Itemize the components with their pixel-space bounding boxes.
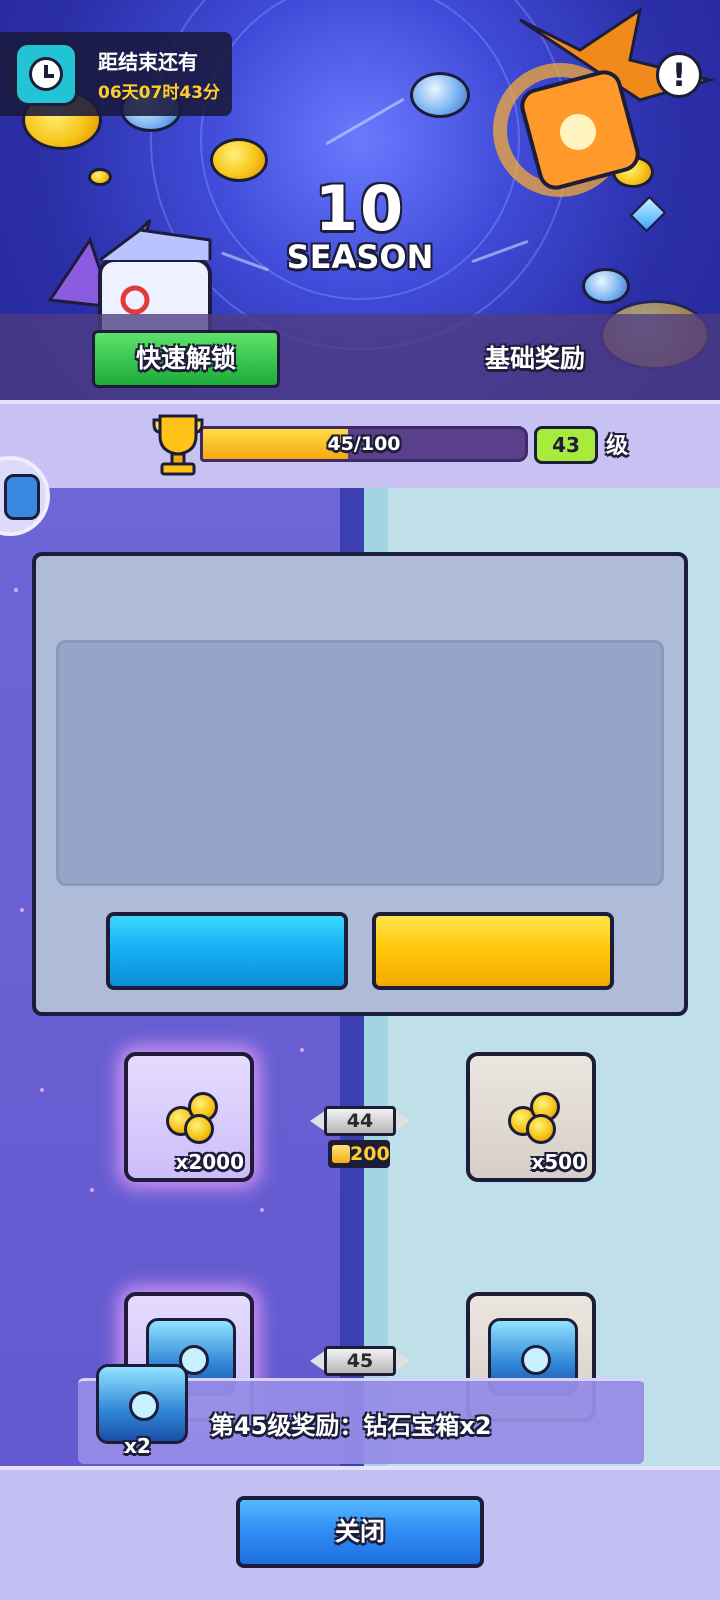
sparkle (14, 588, 18, 592)
season-number: 10 (314, 172, 406, 245)
gold-coins-icon (162, 1084, 226, 1148)
chest-icon (4, 474, 40, 520)
fire-dragon-dice-icon (493, 6, 716, 197)
unlock-cost[interactable]: 200 (328, 1140, 390, 1168)
sparkle (90, 1188, 94, 1192)
trophy-icon (152, 414, 204, 476)
diamond-chest-icon (96, 1364, 188, 1444)
toast-quantity: x2 (124, 1434, 151, 1458)
timer-countdown: 06天07时43分 (98, 83, 220, 103)
gold-brick-icon (332, 1145, 350, 1163)
gold-coins-icon (504, 1084, 568, 1148)
cost-value: 200 (350, 1143, 390, 1165)
dialog-blue-button[interactable] (106, 912, 348, 990)
silver-coin-icon (410, 72, 470, 118)
toast-message: 第45级奖励：钻石宝箱x2 (210, 1412, 492, 1440)
progress-text: 45/100 (327, 433, 401, 455)
close-button[interactable]: 关闭 (236, 1496, 484, 1568)
clock-icon (14, 42, 78, 106)
level-marker-44: 44 (310, 1106, 410, 1136)
level-number: 45 (324, 1346, 396, 1376)
sparkle (20, 908, 24, 912)
dialog-content-area (56, 640, 664, 886)
premium-reward-card-44[interactable]: x2000 (124, 1052, 254, 1182)
reward-quantity: x500 (531, 1150, 586, 1174)
sparkle (260, 1208, 264, 1212)
level-marker-45: 45 (310, 1346, 410, 1376)
tab-basic-rewards[interactable]: 基础奖励 (460, 330, 610, 388)
level-number: 44 (324, 1106, 396, 1136)
dialog-yellow-button[interactable] (372, 912, 614, 990)
basic-reward-card-44[interactable]: x500 (466, 1052, 596, 1182)
info-button[interactable]: ! (656, 52, 702, 98)
level-badge: 43 (534, 426, 598, 464)
quick-unlock-button[interactable]: 快速解锁 (92, 330, 280, 388)
timer-panel: 距结束还有 06天07时43分 (0, 32, 232, 116)
reward-quantity: x2000 (175, 1150, 244, 1174)
sparkle (300, 1048, 304, 1052)
timer-label: 距结束还有 (98, 50, 198, 74)
season-title: SEASON (286, 238, 434, 276)
sparkle (40, 1088, 44, 1092)
level-suffix: 级 (606, 434, 629, 459)
